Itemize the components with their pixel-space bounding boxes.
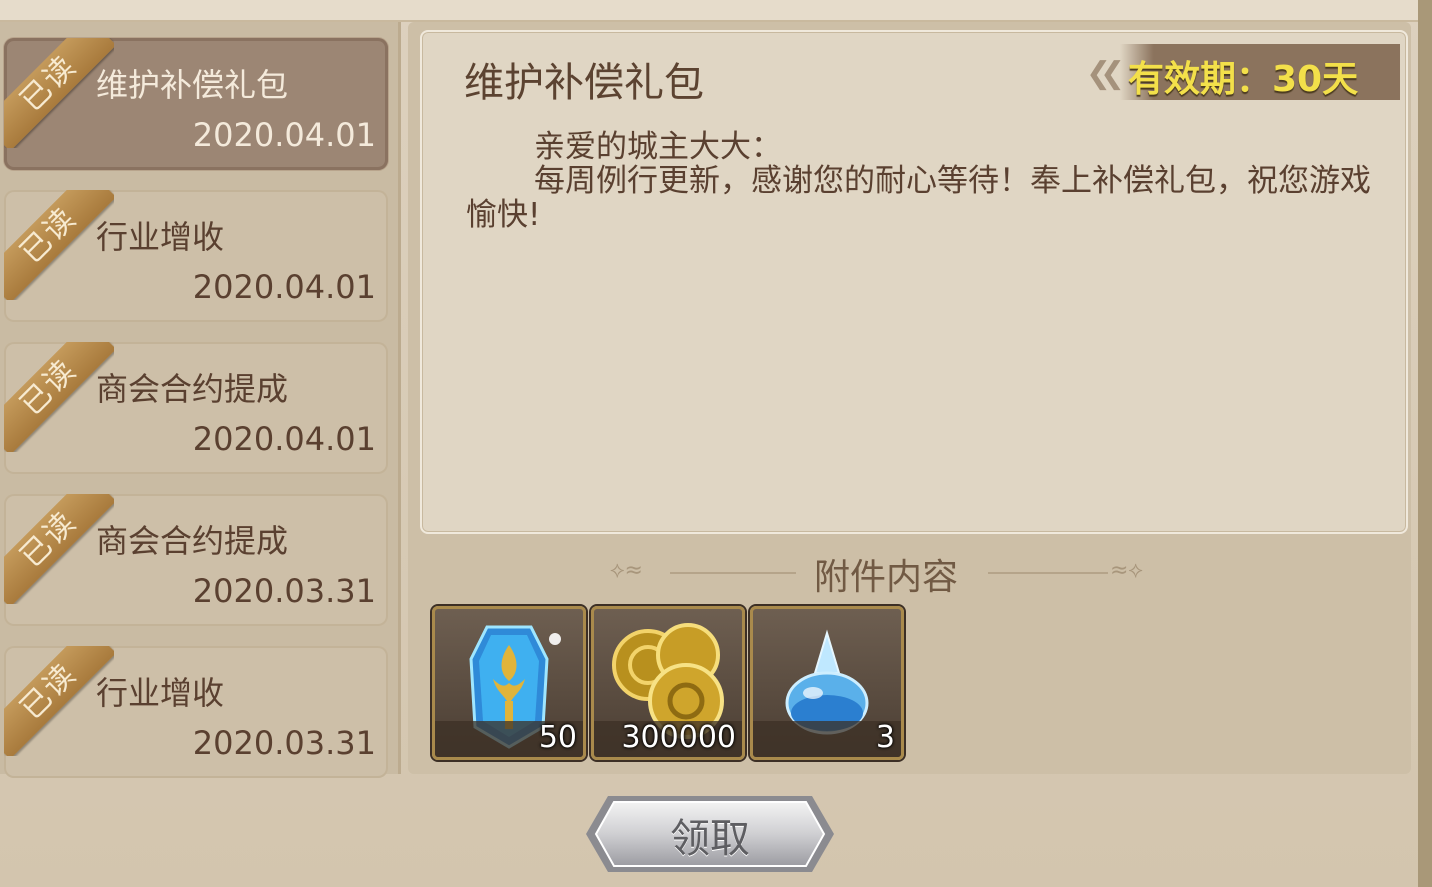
mail-item[interactable]: 已读 维护补偿礼包 2020.04.01 [4, 38, 388, 170]
attachments-header: ⟡≈ 附件内容 ≈⟡ [600, 548, 1190, 598]
mail-title: 行业增收 [96, 674, 225, 712]
ornament-icon: ⟡≈ [610, 558, 643, 583]
mail-date: 2020.04.01 [192, 420, 376, 458]
validity-text: 有效期：30天 [1128, 59, 1359, 100]
divider [670, 572, 796, 574]
message-body: 亲爱的城主大大： 每周例行更新，感谢您的耐心等待！奉上补偿礼包，祝您游戏愉快! [466, 130, 1384, 232]
mail-item[interactable]: 已读 商会合约提成 2020.03.31 [4, 494, 388, 626]
window-right-border [1418, 0, 1432, 887]
mail-date: 2020.03.31 [192, 724, 376, 762]
mail-date: 2020.04.01 [192, 116, 376, 154]
mail-date: 2020.03.31 [192, 572, 376, 610]
attachments-label: 附件内容 [814, 557, 959, 598]
mail-date: 2020.04.01 [192, 268, 376, 306]
attachment-slot[interactable]: 300000 [591, 606, 745, 760]
attachment-quantity: 300000 [621, 720, 736, 755]
attachment-slot[interactable]: 3 [750, 606, 904, 760]
mail-list[interactable]: 已读 维护补偿礼包 2020.04.01 已读 行业增收 2020.04.01 … [0, 22, 401, 778]
attachment-slot[interactable]: 50 [432, 606, 586, 760]
mail-item[interactable]: 已读 行业增收 2020.03.31 [4, 646, 388, 778]
message-greeting: 亲爱的城主大大： [534, 129, 782, 165]
mail-title: 行业增收 [96, 218, 225, 256]
mail-title: 商会合约提成 [96, 370, 289, 408]
attachment-quantity: 3 [875, 720, 895, 755]
attachment-quantity: 50 [538, 720, 577, 755]
chevron-left-icon: ❮ [1100, 56, 1126, 91]
mail-detail-title: 维护补偿礼包 [464, 60, 704, 106]
message-text: 每周例行更新，感谢您的耐心等待！奉上补偿礼包，祝您游戏愉快! [466, 163, 1371, 233]
mail-item[interactable]: 已读 商会合约提成 2020.04.01 [4, 342, 388, 474]
ornament-icon: ≈⟡ [1110, 558, 1143, 583]
mail-item[interactable]: 已读 行业增收 2020.04.01 [4, 190, 388, 322]
mail-title: 商会合约提成 [96, 522, 289, 560]
claim-button[interactable]: 领取 [584, 792, 836, 876]
mail-title: 维护补偿礼包 [96, 66, 289, 104]
claim-button-label: 领取 [670, 816, 750, 862]
divider [988, 572, 1108, 574]
window-top-bar [0, 0, 1432, 22]
